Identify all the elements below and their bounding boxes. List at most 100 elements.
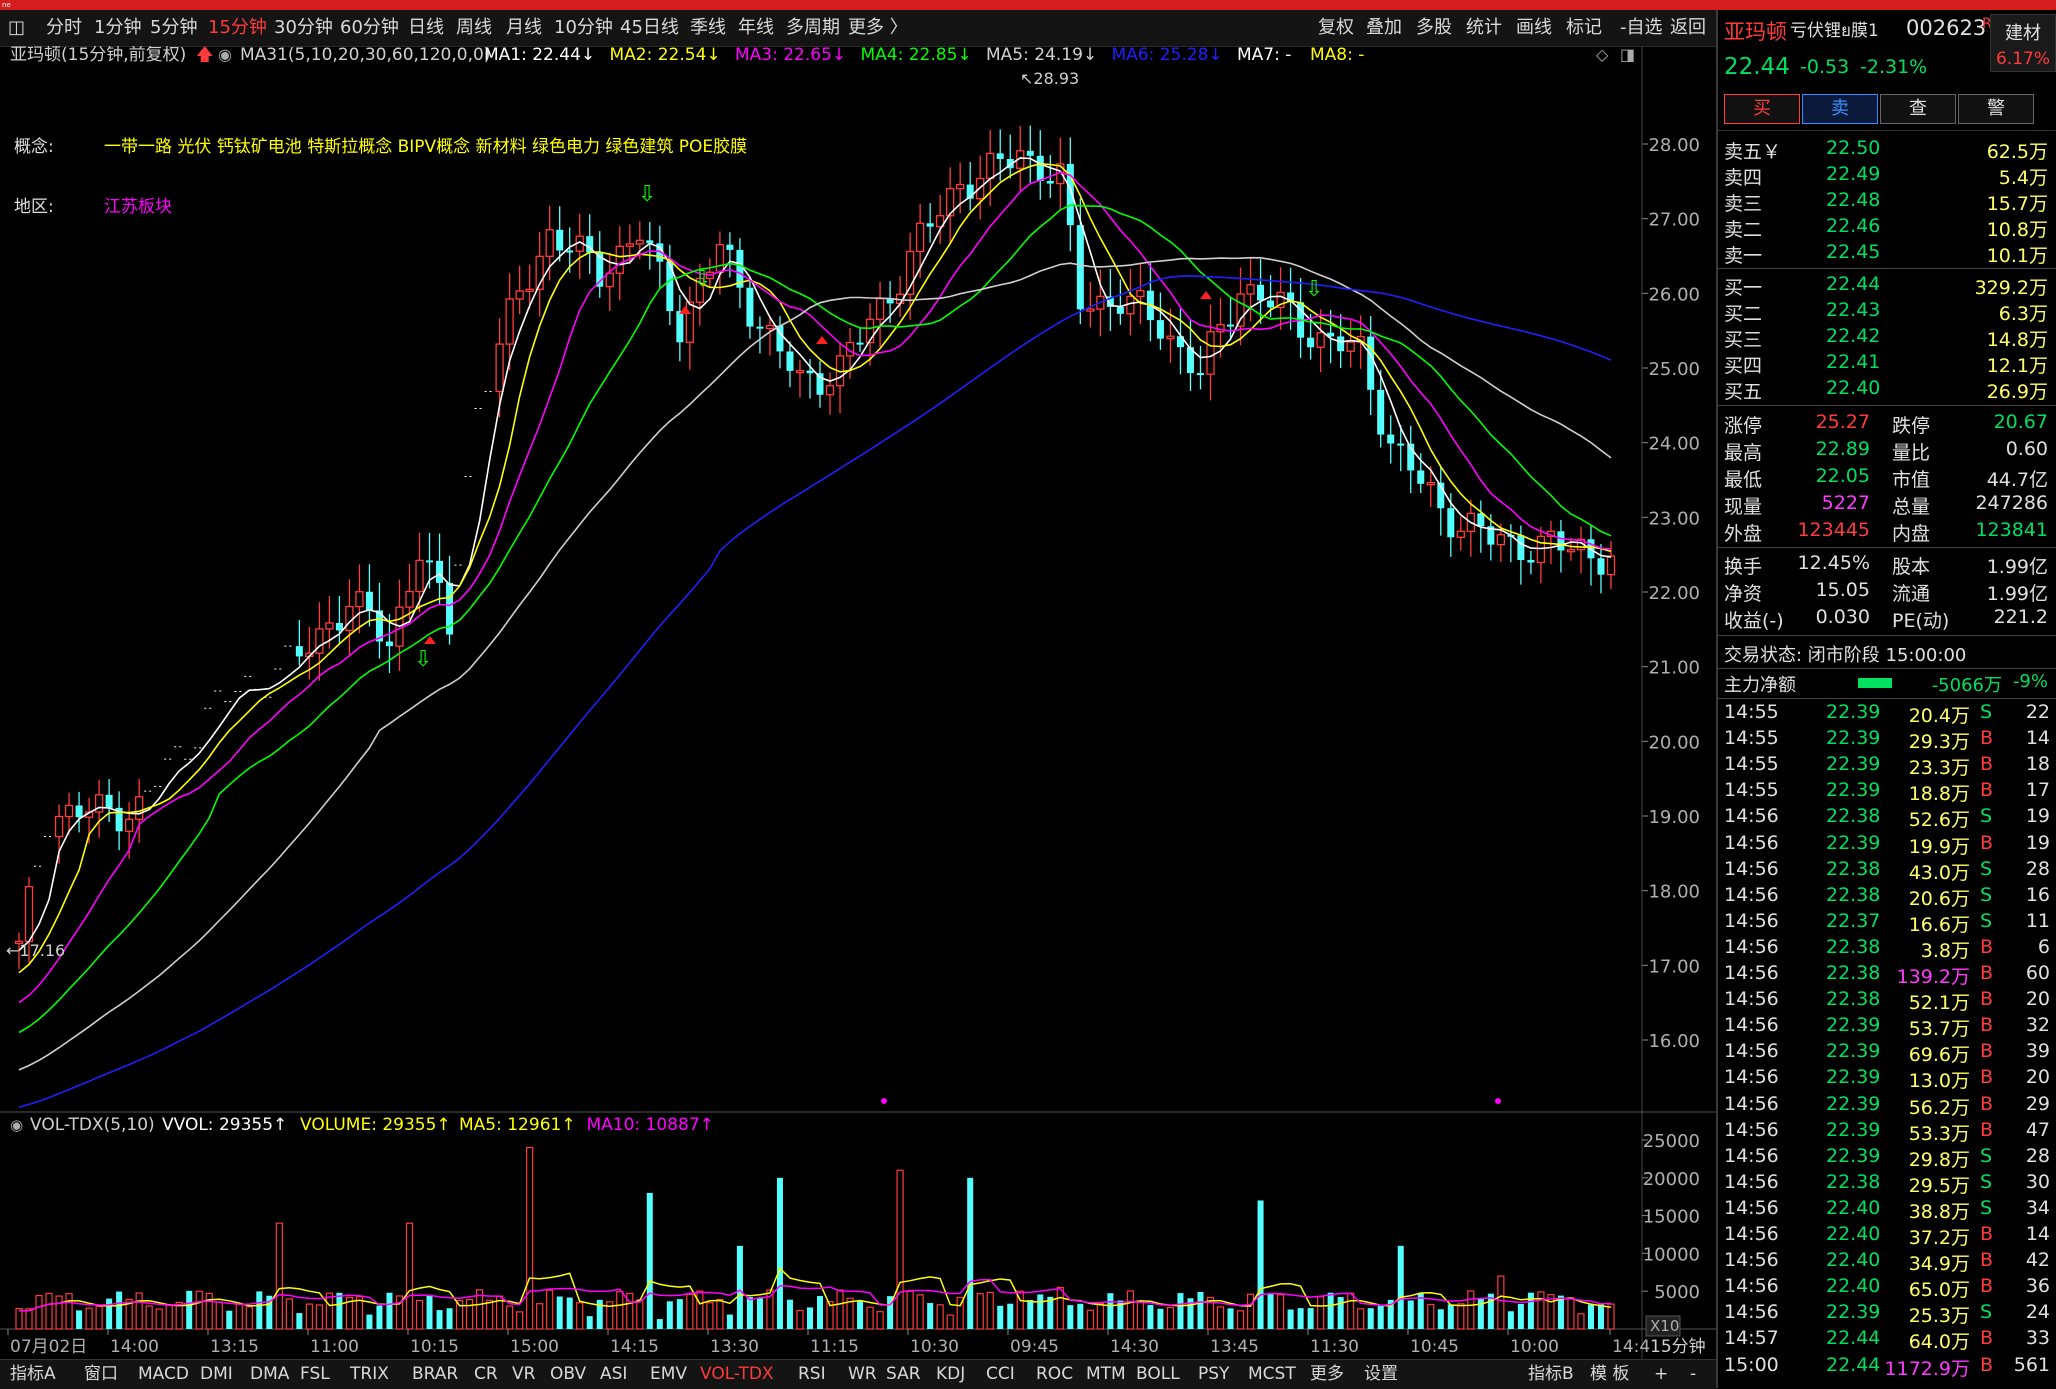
indicator-tab[interactable]: BRAR	[412, 1360, 458, 1389]
volume-bar-down	[676, 1299, 683, 1329]
stat-value: 247286	[1975, 492, 2048, 514]
indicator-tab[interactable]: DMA	[250, 1360, 289, 1389]
indicator-tab[interactable]: FSL	[300, 1360, 330, 1389]
indicator-tab[interactable]: WR	[848, 1360, 877, 1389]
indicator-tab[interactable]: 更多	[1310, 1360, 1344, 1389]
indicator-tab[interactable]: CCI	[986, 1360, 1015, 1389]
toolbar-button[interactable]: 多股	[1416, 10, 1452, 46]
stat-value: 22.89	[1815, 438, 1870, 460]
indicator-tab[interactable]: EMV	[650, 1360, 687, 1389]
indicator-tab[interactable]: VR	[512, 1360, 535, 1389]
tick-volume: 139.2万	[1896, 966, 1970, 988]
toolbar-button[interactable]: 画线	[1516, 10, 1552, 46]
indicator-tab[interactable]: DMI	[200, 1360, 233, 1389]
toolbar-button[interactable]: -自选	[1620, 10, 1663, 46]
period-tab[interactable]: 5分钟	[150, 10, 197, 46]
ma-value: MA3: 22.65↓	[735, 46, 846, 65]
period-tab[interactable]: 15分钟	[208, 10, 267, 46]
kline-candle-down	[1367, 336, 1375, 390]
period-tab[interactable]: 日线	[408, 10, 444, 46]
y-axis-label: 19.00	[1648, 807, 1700, 828]
indicator-tab-right[interactable]: +	[1654, 1360, 1668, 1389]
period-tab[interactable]: 1分钟	[94, 10, 141, 46]
tick-side: B	[1980, 935, 1994, 958]
divider	[1718, 405, 2056, 406]
indicator-tab[interactable]: 窗口	[84, 1360, 118, 1389]
indicator-tab-right[interactable]: 指标B	[1528, 1360, 1574, 1389]
indicator-tab[interactable]: VOL-TDX	[700, 1360, 774, 1389]
tick-side: B	[1980, 1118, 1994, 1141]
period-tab[interactable]: 年线	[738, 10, 774, 46]
indicator-tab[interactable]: MCST	[1248, 1360, 1296, 1389]
indicator-tab[interactable]: MTM	[1086, 1360, 1126, 1389]
alert-button[interactable]: 警	[1958, 94, 2034, 124]
indicator-tab[interactable]: SAR	[886, 1360, 921, 1389]
period-tab[interactable]: 60分钟	[340, 10, 399, 46]
indicator-tab[interactable]: MACD	[138, 1360, 189, 1389]
event-dot[interactable]	[881, 1098, 887, 1104]
indicator-tab[interactable]: ROC	[1036, 1360, 1073, 1389]
panel-toggle-icon[interactable]: ◨	[1620, 45, 1635, 64]
toolbar-button[interactable]: 统计	[1466, 10, 1502, 46]
tick-time: 14:56	[1724, 857, 1779, 880]
indicator-tab[interactable]: RSI	[798, 1360, 826, 1389]
indicator-tab[interactable]: TRIX	[350, 1360, 389, 1389]
query-button[interactable]: 查	[1880, 94, 1956, 124]
settings-icon[interactable]: ◉	[218, 45, 232, 64]
tick-side: B	[1980, 1040, 1994, 1063]
period-tab[interactable]: 分时	[46, 10, 82, 46]
kline-candle-down	[806, 370, 814, 374]
volume-bar-up	[1166, 1306, 1175, 1330]
diamond-icon[interactable]: ◇	[1596, 45, 1609, 64]
toolbar-button[interactable]: 标记	[1566, 10, 1602, 46]
stat-label: 最高	[1724, 442, 1763, 464]
tick-side: B	[1980, 1249, 1994, 1272]
indicator-tab-right[interactable]: 模 板	[1590, 1360, 1629, 1389]
ma-value: MA1: 22.44↓	[484, 46, 595, 65]
indicator-tab[interactable]: ASI	[600, 1360, 627, 1389]
volume-bar-down	[1507, 1311, 1514, 1329]
divider	[1718, 635, 2056, 636]
sell-button[interactable]: 卖	[1802, 94, 1878, 124]
period-tab[interactable]: 周线	[456, 10, 492, 46]
kline-candle-up	[495, 343, 504, 393]
stat-value: 123445	[1797, 519, 1870, 541]
event-dot[interactable]	[1495, 1098, 1501, 1104]
indicator-tab-right[interactable]: -	[1690, 1360, 1696, 1389]
toolbar-button[interactable]: 返回	[1670, 10, 1706, 46]
kline-chart[interactable]: 28.00 27.00 26.00 25.00 24.00 23.00 22.00 21.00…	[0, 45, 1716, 1359]
tick-volume: 16.6万	[1908, 913, 1970, 936]
sector-badge[interactable]: 建材 6.17%	[1990, 14, 2056, 72]
period-tab[interactable]: 多周期	[786, 10, 840, 46]
tick-volume: 56.2万	[1908, 1096, 1970, 1119]
indicator-tab[interactable]: BOLL	[1136, 1360, 1180, 1389]
volume-bar-up	[65, 1293, 73, 1330]
indicator-tab[interactable]: KDJ	[936, 1360, 965, 1389]
volume-settings-icon[interactable]: ◉	[10, 1116, 23, 1134]
indicator-tab[interactable]: CR	[474, 1360, 498, 1389]
volume-bar-down	[997, 1305, 1004, 1329]
bid-volume: 6.3万	[1998, 303, 2048, 325]
volume-bar-up	[155, 1308, 163, 1330]
period-tab[interactable]: 季线	[690, 10, 726, 46]
tick-price: 22.39	[1826, 1066, 1881, 1089]
tick-time: 14:56	[1724, 962, 1779, 984]
indicator-tab[interactable]: 设置	[1364, 1360, 1398, 1389]
x-axis-label: 10:45	[1410, 1337, 1459, 1357]
period-tab[interactable]: 45日线	[620, 10, 679, 46]
layout-toggle-icon[interactable]: ◫	[8, 10, 25, 46]
period-tab[interactable]: 月线	[506, 10, 542, 46]
period-tab[interactable]: 10分钟	[554, 10, 613, 46]
volume-bar-up	[1607, 1303, 1615, 1330]
buy-button[interactable]: 买	[1724, 94, 1800, 124]
volume-bar-up	[1246, 1293, 1255, 1330]
period-tab[interactable]: 更多 〉	[848, 10, 908, 46]
indicator-tab[interactable]: PSY	[1198, 1360, 1229, 1389]
indicator-tab[interactable]: OBV	[550, 1360, 586, 1389]
toolbar-button[interactable]: 复权	[1318, 10, 1354, 46]
indicator-tab[interactable]: 指标A	[10, 1360, 56, 1389]
tick-volume: 20.6万	[1908, 887, 1970, 910]
toolbar-button[interactable]: 叠加	[1366, 10, 1402, 46]
volume-bar-down	[666, 1301, 673, 1329]
period-tab[interactable]: 30分钟	[274, 10, 333, 46]
